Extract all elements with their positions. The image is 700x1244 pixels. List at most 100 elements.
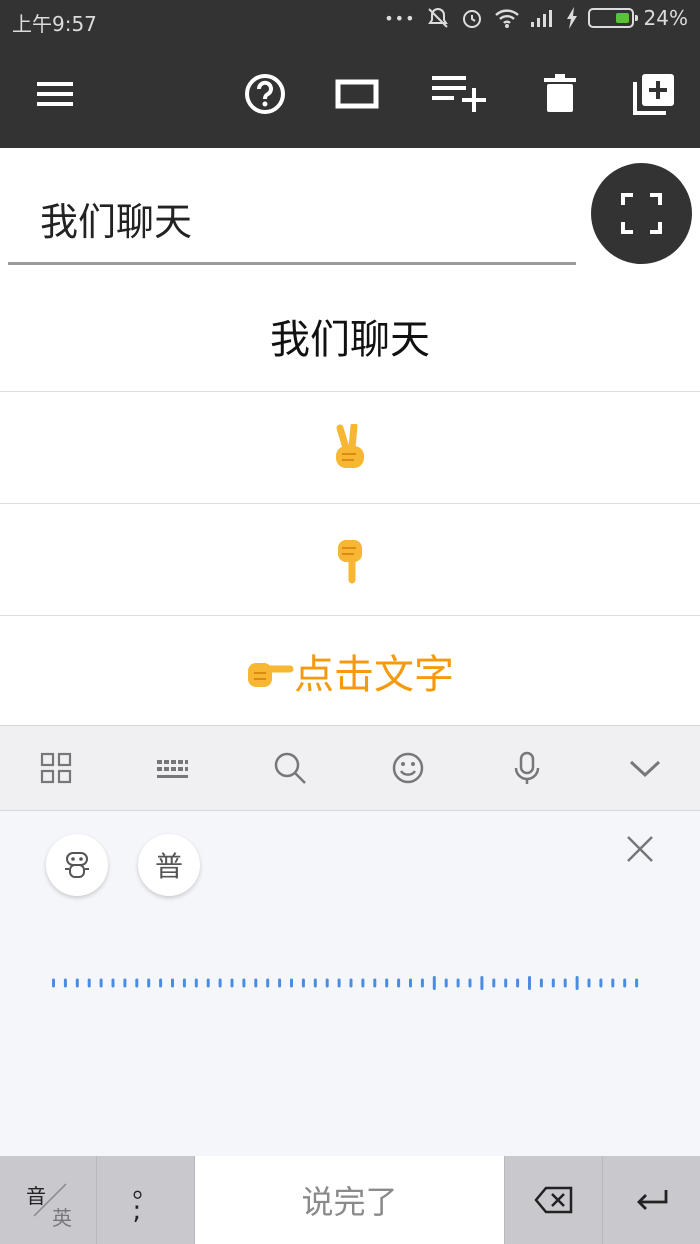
list-item[interactable] bbox=[0, 503, 700, 615]
wave-bar bbox=[290, 978, 293, 988]
wave-bar bbox=[456, 978, 460, 988]
keyboard-bottom-row: 音 英 。 ; 说完了 bbox=[0, 1156, 700, 1244]
close-icon[interactable] bbox=[624, 833, 656, 865]
wave-bar bbox=[206, 978, 210, 988]
wave-bar bbox=[492, 978, 496, 988]
grid-icon[interactable] bbox=[36, 748, 76, 788]
wave-bar bbox=[599, 978, 603, 988]
wave-bar bbox=[242, 978, 246, 988]
list-item-accent: 点击文字 bbox=[246, 642, 454, 700]
wave-bar bbox=[194, 978, 198, 988]
switch-label-bottom: 英 bbox=[52, 1206, 72, 1230]
add-box-icon[interactable] bbox=[632, 72, 676, 116]
wave-bar bbox=[278, 978, 282, 988]
wave-bar bbox=[135, 978, 139, 988]
input-value[interactable]: 我们聊天 bbox=[40, 191, 192, 246]
list-item[interactable] bbox=[0, 391, 700, 503]
wave-bar bbox=[147, 978, 151, 988]
backspace-icon bbox=[533, 1186, 572, 1214]
emoji-icon[interactable] bbox=[388, 748, 428, 788]
list-item-text: 我们聊天 bbox=[270, 317, 430, 363]
list-item[interactable]: 点击文字 bbox=[0, 615, 700, 725]
wave-bar bbox=[623, 978, 627, 988]
mandarin-mode-button[interactable]: 普 bbox=[138, 834, 200, 896]
fullscreen-rect-icon[interactable] bbox=[335, 72, 379, 116]
wave-bar bbox=[528, 976, 531, 990]
text-input-field[interactable]: 我们聊天 bbox=[8, 165, 576, 265]
app-toolbar bbox=[0, 40, 700, 148]
enter-key[interactable] bbox=[603, 1156, 700, 1244]
status-time: 上午9:57 bbox=[12, 12, 97, 36]
wave-bar bbox=[218, 978, 222, 988]
alarm-icon bbox=[462, 10, 481, 28]
wave-bar bbox=[539, 978, 543, 988]
language-switch-key[interactable]: 音 英 bbox=[0, 1156, 97, 1244]
wave-bar bbox=[182, 978, 186, 988]
wave-bar bbox=[99, 978, 103, 988]
wave-bar bbox=[313, 978, 317, 988]
backspace-key[interactable] bbox=[505, 1156, 603, 1244]
wave-bar bbox=[266, 978, 270, 988]
wave-bar bbox=[325, 978, 329, 988]
wave-bar bbox=[516, 978, 520, 988]
microphone-icon[interactable] bbox=[507, 748, 547, 788]
list-item[interactable]: 我们聊天 bbox=[0, 280, 700, 392]
wifi-icon bbox=[494, 9, 519, 28]
wave-bar bbox=[397, 978, 401, 988]
voice-assistant-button[interactable] bbox=[46, 834, 108, 896]
wave-bar bbox=[349, 978, 353, 988]
wave-bar bbox=[444, 978, 448, 988]
playlist-add-icon[interactable] bbox=[432, 72, 488, 116]
enter-icon bbox=[636, 1190, 667, 1210]
status-icons: ••• 24% bbox=[384, 6, 688, 30]
voice-waveform bbox=[52, 976, 639, 990]
wave-bar bbox=[575, 976, 579, 990]
battery-percent: 24% bbox=[643, 6, 688, 30]
wave-bar bbox=[468, 978, 472, 988]
wave-bar bbox=[230, 978, 234, 988]
robot-icon bbox=[65, 852, 89, 878]
pointing-right-emoji-icon bbox=[248, 662, 294, 687]
wave-bar bbox=[254, 978, 258, 988]
wave-bar bbox=[159, 978, 163, 988]
wave-bar bbox=[123, 978, 127, 988]
wave-bar bbox=[432, 976, 436, 990]
battery-icon bbox=[587, 8, 638, 28]
wave-bar bbox=[385, 978, 389, 988]
menu-icon[interactable] bbox=[33, 72, 77, 116]
wave-bar bbox=[409, 978, 412, 988]
wave-bar bbox=[171, 978, 174, 988]
help-icon[interactable] bbox=[243, 72, 287, 116]
voice-input-panel: 普 bbox=[0, 811, 700, 1156]
keyboard-icon[interactable] bbox=[152, 748, 192, 788]
wave-bar bbox=[635, 978, 639, 988]
wave-bar bbox=[337, 978, 341, 988]
mute-bell-icon bbox=[427, 7, 448, 28]
wave-bar bbox=[611, 978, 615, 988]
search-icon[interactable] bbox=[270, 748, 310, 788]
wave-bar bbox=[301, 978, 305, 988]
wave-bar bbox=[373, 978, 377, 988]
charging-icon bbox=[566, 7, 577, 29]
wave-bar bbox=[361, 978, 365, 988]
wave-bar bbox=[75, 978, 79, 988]
wave-bar bbox=[504, 978, 508, 988]
fullscreen-fab-button[interactable] bbox=[591, 163, 692, 264]
chevron-down-icon[interactable] bbox=[625, 748, 665, 788]
done-speaking-key[interactable]: 说完了 bbox=[195, 1156, 505, 1244]
wave-bar bbox=[111, 978, 115, 988]
wave-bar bbox=[480, 976, 484, 990]
fullscreen-icon bbox=[621, 193, 662, 234]
signal-icon bbox=[530, 10, 552, 27]
wave-bar bbox=[52, 978, 55, 988]
wave-bar bbox=[87, 978, 91, 988]
punctuation-key[interactable]: 。 ; bbox=[97, 1156, 195, 1244]
more-dots-icon: ••• bbox=[384, 8, 416, 28]
wave-bar bbox=[563, 978, 567, 988]
delete-icon[interactable] bbox=[538, 72, 582, 116]
pointing-down-emoji-icon bbox=[338, 539, 362, 583]
wave-bar bbox=[420, 978, 424, 988]
wave-bar bbox=[551, 978, 555, 988]
list-item-text: 点击文字 bbox=[294, 651, 454, 698]
wave-bar bbox=[63, 978, 67, 988]
